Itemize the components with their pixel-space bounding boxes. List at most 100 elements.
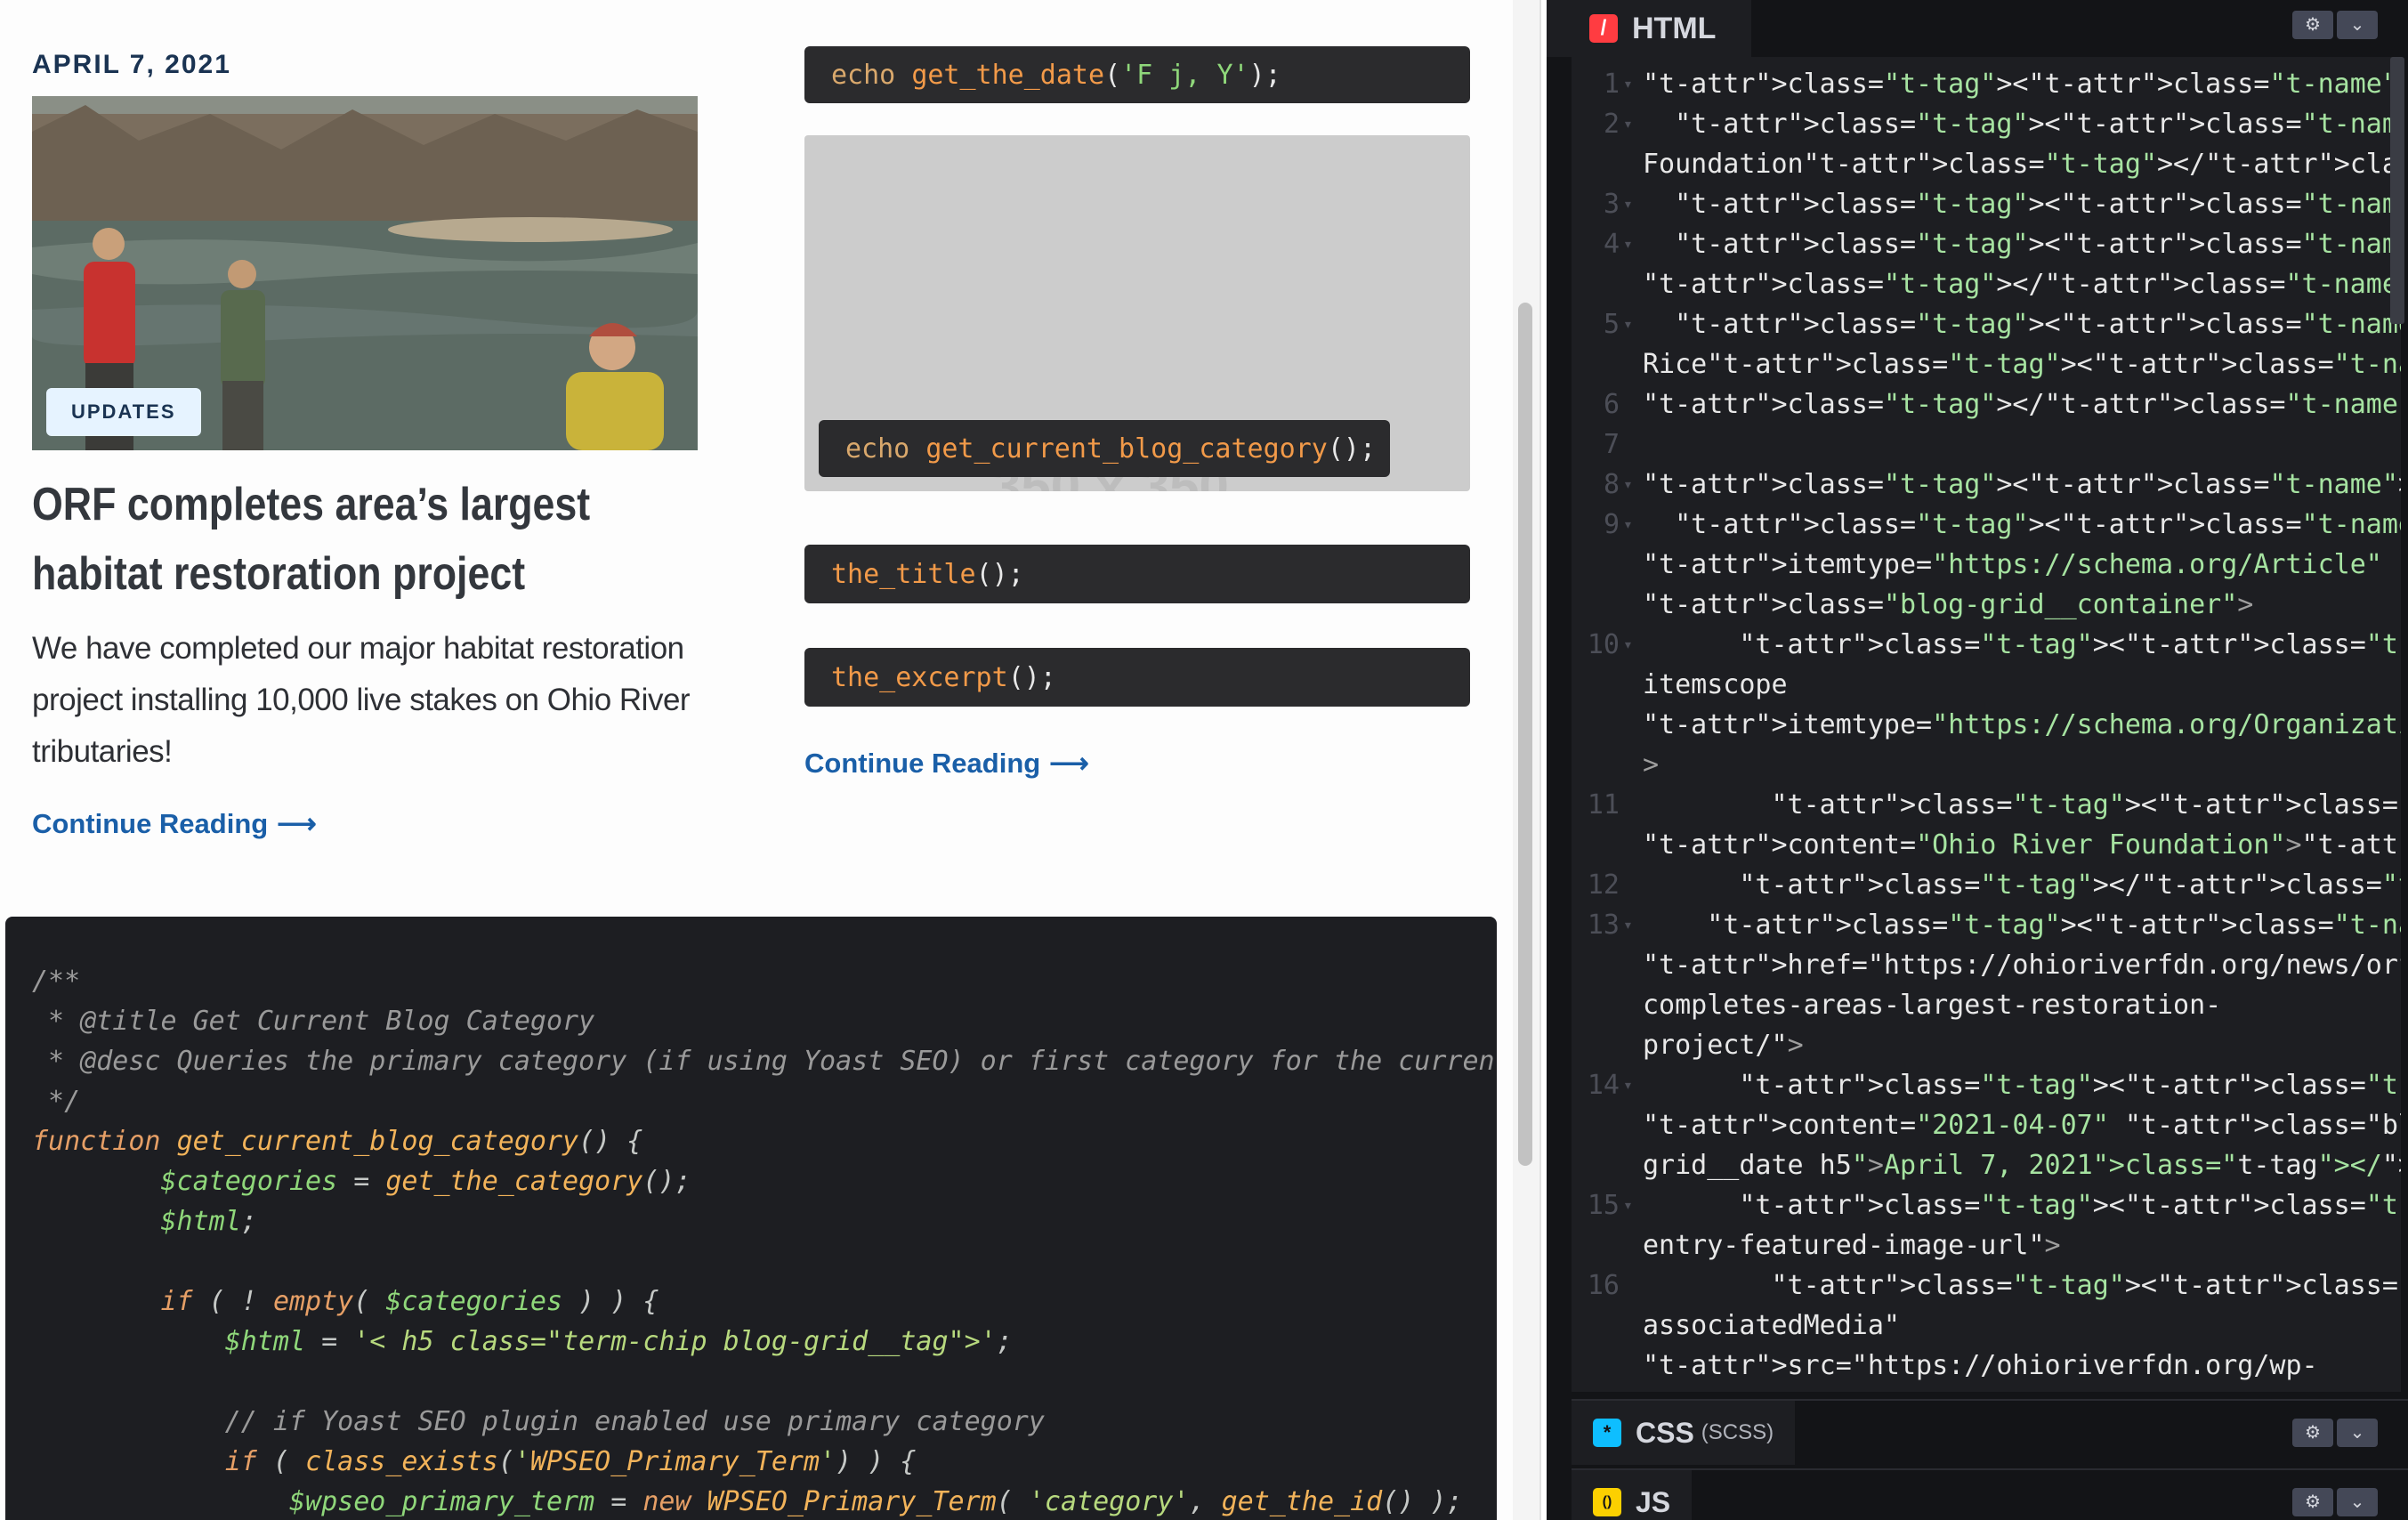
fold-arrow-icon[interactable]: ▾ bbox=[1623, 64, 1633, 104]
code-line[interactable]: "t-attr">href="https://ohioriverfdn.org/… bbox=[1572, 945, 2401, 985]
pane-resize-handle[interactable] bbox=[1539, 0, 1547, 1520]
code-line[interactable]: 14 ▾ "t-attr">class="t-tag"><"t-attr">cla… bbox=[1572, 1065, 2401, 1105]
preview-pane: APRIL 7, 2021 UPDATES ORF completes area… bbox=[0, 0, 1513, 1520]
line-text: "t-attr">href="https://ohioriverfdn.org/… bbox=[1643, 950, 2401, 981]
continue-reading-link[interactable]: Continue Reading ⟶ bbox=[32, 808, 317, 840]
fold-arrow-icon[interactable]: ▾ bbox=[1623, 1065, 1633, 1105]
gear-icon[interactable]: ⚙ bbox=[2292, 11, 2333, 39]
code-line[interactable]: "t-attr">content="Ohio River Foundation"… bbox=[1572, 825, 2401, 865]
code-line[interactable]: "t-attr">src="https://ohioriverfdn.org/w… bbox=[1572, 1346, 2401, 1386]
code-line[interactable]: 4 ▾ "t-attr">class="t-tag"><"t-attr">clas… bbox=[1572, 224, 2401, 264]
css-panel-header[interactable]: * CSS (SCSS) ⚙ ⌄ bbox=[1572, 1399, 2408, 1465]
line-text: "t-attr">src="https://ohioriverfdn.org/w… bbox=[1643, 1350, 2318, 1381]
snippet-excerpt: the_excerpt (); bbox=[804, 648, 1470, 707]
line-number: 12 bbox=[1587, 869, 1620, 901]
snippet-title: the_title (); bbox=[804, 545, 1470, 603]
chevron-down-icon[interactable]: ⌄ bbox=[2337, 1419, 2378, 1447]
fold-arrow-icon[interactable]: ▾ bbox=[1623, 224, 1633, 264]
code-line[interactable]: "t-attr">itemtype="https://schema.org/Or… bbox=[1572, 705, 2401, 745]
code-line[interactable]: entry-featured-image-url"> bbox=[1572, 1225, 2401, 1265]
tab-css-sublabel: (SCSS) bbox=[1701, 1420, 1774, 1444]
code-line[interactable]: 13 ▾ "t-attr">class="t-tag"><"t-attr">cla… bbox=[1572, 905, 2401, 945]
php-code-line: // if Yoast SEO plugin enabled use prima… bbox=[32, 1406, 1045, 1437]
line-text: "t-attr">class="t-tag"><"t-attr">class="… bbox=[1675, 189, 2401, 220]
code-line[interactable]: project/"> bbox=[1572, 1025, 2401, 1065]
preview-scrollbar-thumb[interactable] bbox=[1518, 303, 1532, 1166]
code-line[interactable]: itemscope bbox=[1572, 665, 2401, 705]
code-line[interactable]: completes-areas-largest-restoration- bbox=[1572, 985, 2401, 1025]
tab-css-label: CSS bbox=[1636, 1416, 1694, 1449]
gear-icon[interactable]: ⚙ bbox=[2292, 1488, 2333, 1516]
js-logo-icon: () bbox=[1593, 1488, 1621, 1516]
post-date: APRIL 7, 2021 bbox=[32, 50, 231, 79]
featured-image[interactable]: UPDATES bbox=[32, 96, 698, 450]
snippet-category: echo get_current_blog_category (); bbox=[819, 420, 1390, 477]
fold-arrow-icon[interactable]: ▾ bbox=[1623, 104, 1633, 144]
fold-arrow-icon[interactable]: ▾ bbox=[1623, 625, 1633, 665]
line-number: 4 bbox=[1603, 229, 1620, 260]
code-line[interactable]: Foundation"t-attr">class="t-tag"></"t-at… bbox=[1572, 144, 2401, 184]
fold-arrow-icon[interactable]: ▾ bbox=[1623, 905, 1633, 945]
editor-scrollbar[interactable] bbox=[2390, 57, 2404, 324]
line-text: "t-attr">class="t-tag"><"t-attr">class="… bbox=[1739, 1190, 2401, 1221]
code-line[interactable]: 5 ▾ "t-attr">class="t-tag"><"t-attr">clas… bbox=[1572, 304, 2401, 344]
code-line[interactable]: "t-attr">class="blog-grid__container"> bbox=[1572, 585, 2401, 625]
code-line[interactable]: > bbox=[1572, 745, 2401, 785]
fold-arrow-icon[interactable]: ▾ bbox=[1623, 304, 1633, 344]
line-text: "t-attr">class="t-tag"><"t-attr">class="… bbox=[1675, 509, 2401, 540]
code-line[interactable]: 3 ▾ "t-attr">class="t-tag"><"t-attr">clas… bbox=[1572, 184, 2401, 224]
line-text: entry-featured-image-url"> bbox=[1643, 1230, 2061, 1261]
tab-css[interactable]: * CSS (SCSS) bbox=[1572, 1401, 1796, 1465]
tab-js[interactable]: () JS bbox=[1572, 1470, 1693, 1520]
code-line[interactable]: Rice"t-attr">class="t-tag"><"t-attr">cla… bbox=[1572, 344, 2401, 384]
chevron-down-icon[interactable]: ⌄ bbox=[2337, 11, 2378, 39]
fold-arrow-icon[interactable]: ▾ bbox=[1623, 184, 1633, 224]
category-chip[interactable]: UPDATES bbox=[46, 388, 201, 436]
line-number: 5 bbox=[1603, 309, 1620, 340]
post-title[interactable]: ORF completes area’s largest habitat res… bbox=[32, 470, 675, 609]
snippet-continue-reading-link[interactable]: Continue Reading ⟶ bbox=[804, 748, 1089, 780]
line-number: 7 bbox=[1603, 429, 1620, 460]
html-code-area[interactable]: 1 ▾ "t-attr">class="t-tag"><"t-attr">class… bbox=[1572, 57, 2401, 1392]
line-text: "t-attr">class="t-tag"><"t-attr">class="… bbox=[1643, 469, 2401, 500]
php-code-line: $wpseo_primary_term = new WPSEO_Primary_… bbox=[288, 1486, 1463, 1517]
code-line[interactable]: associatedMedia" bbox=[1572, 1306, 2401, 1346]
snippet-keyword: echo bbox=[845, 433, 910, 465]
code-line[interactable]: 6 "t-attr">class="t-tag"></"t-attr">class… bbox=[1572, 384, 2401, 424]
js-panel-header[interactable]: () JS ⚙ ⌄ bbox=[1572, 1468, 2408, 1520]
php-code-line bbox=[32, 1241, 1497, 1281]
code-line[interactable]: 2 ▾ "t-attr">class="t-tag"><"t-attr">clas… bbox=[1572, 104, 2401, 144]
line-text: "t-attr">class="blog-grid__container"> bbox=[1643, 589, 2254, 620]
code-line[interactable]: 16 "t-attr">class="t-tag"><"t-attr">clas… bbox=[1572, 1265, 2401, 1306]
line-text: "t-attr">itemtype="https://schema.org/Or… bbox=[1643, 709, 2401, 740]
code-line[interactable]: "t-attr">content="2021-04-07" "t-attr">c… bbox=[1572, 1105, 2401, 1145]
line-text: Rice"t-attr">class="t-tag"><"t-attr">cla… bbox=[1643, 349, 2401, 380]
code-line[interactable]: 11 "t-attr">class="t-tag"><"t-attr">clas… bbox=[1572, 785, 2401, 825]
code-line[interactable]: 1 ▾ "t-attr">class="t-tag"><"t-attr">class… bbox=[1572, 64, 2401, 104]
fold-arrow-icon[interactable]: ▾ bbox=[1623, 505, 1633, 545]
code-line[interactable]: 15 ▾ "t-attr">class="t-tag"><"t-attr">cla… bbox=[1572, 1185, 2401, 1225]
snippet-date: echo get_the_date('F j, Y'); bbox=[804, 46, 1470, 103]
line-text: "t-attr">itemtype="https://schema.org/Ar… bbox=[1643, 549, 2382, 580]
fold-arrow-icon[interactable]: ▾ bbox=[1623, 465, 1633, 505]
code-line[interactable]: "t-attr">class="t-tag"></"t-attr">class=… bbox=[1572, 264, 2401, 304]
line-text: project/"> bbox=[1643, 1030, 1804, 1061]
code-line[interactable]: 9 ▾ "t-attr">class="t-tag"><"t-attr">clas… bbox=[1572, 505, 2401, 545]
code-line[interactable]: grid__date h5">April 7, 2021">class="t-t… bbox=[1572, 1145, 2401, 1185]
code-line[interactable]: 7 bbox=[1572, 424, 2401, 465]
php-code-line: * @title Get Current Blog Category bbox=[32, 1006, 595, 1037]
code-line[interactable]: 12 "t-attr">class="t-tag"></"t-attr">cla… bbox=[1572, 865, 2401, 905]
tab-html[interactable]: / HTML bbox=[1547, 0, 1752, 57]
line-number: 13 bbox=[1587, 910, 1620, 941]
snippet-end: (); bbox=[1007, 661, 1056, 693]
code-line[interactable]: 10 ▾ "t-attr">class="t-tag"><"t-attr">cla… bbox=[1572, 625, 2401, 665]
chevron-down-icon[interactable]: ⌄ bbox=[2337, 1488, 2378, 1516]
gear-icon[interactable]: ⚙ bbox=[2292, 1419, 2333, 1447]
code-line[interactable]: 8 ▾ "t-attr">class="t-tag"><"t-attr">class… bbox=[1572, 465, 2401, 505]
fold-arrow-icon[interactable]: ▾ bbox=[1623, 1185, 1633, 1225]
code-line[interactable]: "t-attr">itemtype="https://schema.org/Ar… bbox=[1572, 545, 2401, 585]
snippet-end: (); bbox=[975, 558, 1024, 590]
code-editor: / HTML ⚙ ⌄ 1 ▾ "t-attr">class="t-tag"><"t-… bbox=[1547, 0, 2408, 1520]
line-number: 3 bbox=[1603, 189, 1620, 220]
php-code-line: if ( class_exists('WPSEO_Primary_Term') … bbox=[224, 1446, 917, 1477]
